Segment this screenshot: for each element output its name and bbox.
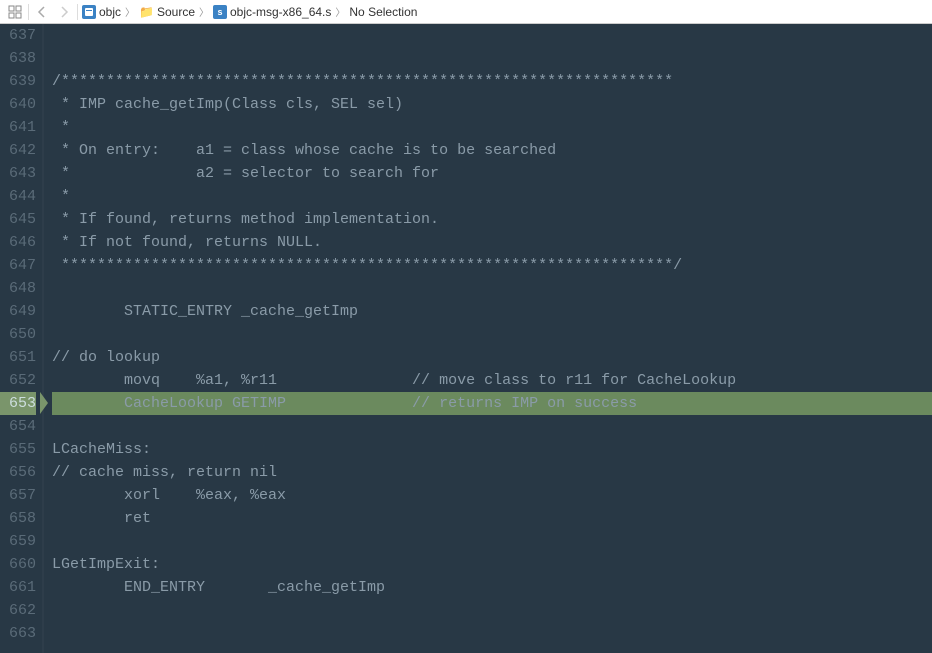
back-button[interactable]: [31, 1, 53, 23]
breadcrumb-label: Source: [157, 5, 195, 19]
line-gutter: 6376386396406416426436446456466476486496…: [0, 24, 44, 653]
code-line[interactable]: /***************************************…: [52, 70, 932, 93]
chevron-right-icon: 〉: [199, 4, 209, 19]
breadcrumb: objc 〉 📁 Source 〉 s objc-msg-x86_64.s 〉 …: [80, 4, 419, 19]
code-line[interactable]: * If not found, returns NULL.: [52, 231, 932, 254]
code-line[interactable]: // do lookup: [52, 346, 932, 369]
line-number: 650: [0, 323, 36, 346]
code-line[interactable]: * IMP cache_getImp(Class cls, SEL sel): [52, 93, 932, 116]
line-number: 637: [0, 24, 36, 47]
chevron-right-icon: 〉: [125, 4, 135, 19]
code-line[interactable]: LCacheMiss:: [52, 438, 932, 461]
line-number: 647: [0, 254, 36, 277]
toolbar: objc 〉 📁 Source 〉 s objc-msg-x86_64.s 〉 …: [0, 0, 932, 24]
code-line[interactable]: * If found, returns method implementatio…: [52, 208, 932, 231]
breadcrumb-project[interactable]: objc: [80, 5, 123, 19]
project-icon: [82, 5, 96, 19]
forward-button[interactable]: [53, 1, 75, 23]
line-number: 652: [0, 369, 36, 392]
code-line[interactable]: * a2 = selector to search for: [52, 162, 932, 185]
code-line[interactable]: [52, 323, 932, 346]
separator: [77, 4, 78, 20]
line-number: 649: [0, 300, 36, 323]
code-line[interactable]: LGetImpExit:: [52, 553, 932, 576]
line-number: 660: [0, 553, 36, 576]
code-line[interactable]: [52, 530, 932, 553]
code-line[interactable]: STATIC_ENTRY _cache_getImp: [52, 300, 932, 323]
chevron-right-icon: 〉: [335, 4, 345, 19]
folder-icon: 📁: [139, 5, 154, 19]
code-editor[interactable]: 6376386396406416426436446456466476486496…: [0, 24, 932, 653]
breadcrumb-folder[interactable]: 📁 Source: [137, 5, 197, 19]
code-line[interactable]: [52, 415, 932, 438]
code-line[interactable]: movq %a1, %r11 // move class to r11 for …: [52, 369, 932, 392]
line-number: 646: [0, 231, 36, 254]
file-icon: s: [213, 5, 227, 19]
breadcrumb-label: objc-msg-x86_64.s: [230, 5, 331, 19]
code-line[interactable]: ret: [52, 507, 932, 530]
line-number: 640: [0, 93, 36, 116]
breadcrumb-file[interactable]: s objc-msg-x86_64.s: [211, 5, 333, 19]
line-number: 642: [0, 139, 36, 162]
code-line[interactable]: xorl %eax, %eax: [52, 484, 932, 507]
code-line[interactable]: ****************************************…: [52, 254, 932, 277]
code-line[interactable]: CacheLookup GETIMP // returns IMP on suc…: [52, 392, 932, 415]
line-number: 654: [0, 415, 36, 438]
line-number: 645: [0, 208, 36, 231]
line-number: 663: [0, 622, 36, 645]
line-number: 643: [0, 162, 36, 185]
breadcrumb-selection[interactable]: No Selection: [347, 5, 419, 19]
code-line[interactable]: [52, 24, 932, 47]
line-number: 656: [0, 461, 36, 484]
line-number: 659: [0, 530, 36, 553]
line-number: 641: [0, 116, 36, 139]
line-number: 651: [0, 346, 36, 369]
code-line[interactable]: * On entry: a1 = class whose cache is to…: [52, 139, 932, 162]
code-line[interactable]: [52, 47, 932, 70]
breadcrumb-label: objc: [99, 5, 121, 19]
line-number: 662: [0, 599, 36, 622]
line-number: 655: [0, 438, 36, 461]
line-number: 648: [0, 277, 36, 300]
code-line[interactable]: [52, 599, 932, 622]
line-number: 661: [0, 576, 36, 599]
separator: [28, 4, 29, 20]
line-number: 657: [0, 484, 36, 507]
breadcrumb-label: No Selection: [349, 5, 417, 19]
line-number: 639: [0, 70, 36, 93]
related-items-icon[interactable]: [4, 1, 26, 23]
code-line[interactable]: // cache miss, return nil: [52, 461, 932, 484]
code-line[interactable]: *: [52, 116, 932, 139]
line-number: 644: [0, 185, 36, 208]
code-line[interactable]: *: [52, 185, 932, 208]
code-line[interactable]: END_ENTRY _cache_getImp: [52, 576, 932, 599]
code-line[interactable]: [52, 622, 932, 645]
line-number: 658: [0, 507, 36, 530]
code-line[interactable]: [52, 277, 932, 300]
code-area[interactable]: /***************************************…: [44, 24, 932, 653]
line-number: 653: [0, 392, 36, 415]
line-number: 638: [0, 47, 36, 70]
